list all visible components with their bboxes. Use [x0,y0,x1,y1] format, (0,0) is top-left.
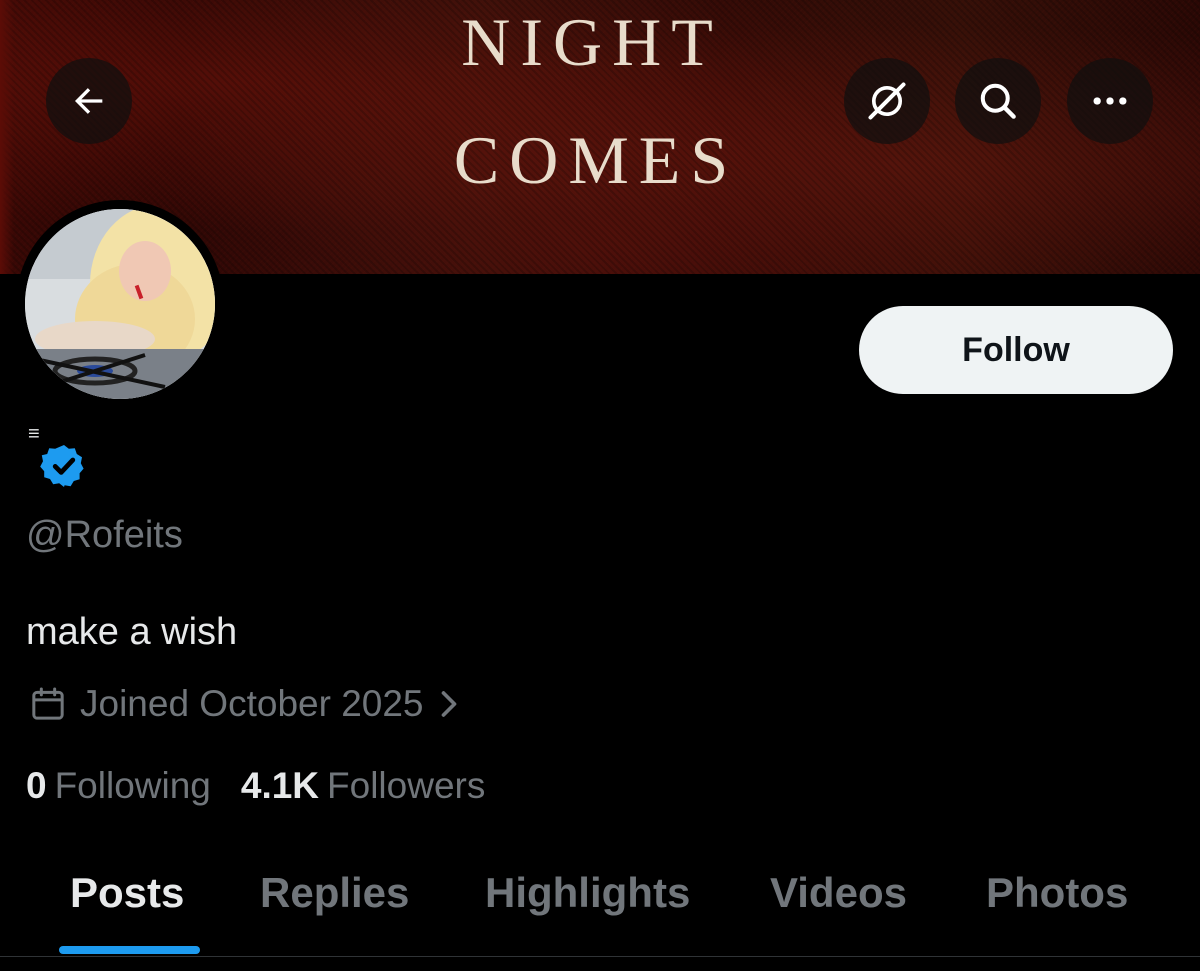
verified-badge-icon[interactable] [40,442,88,490]
profile-bio: make a wish [26,611,238,653]
search-button[interactable] [955,58,1041,144]
tab-replies[interactable]: Replies [260,868,409,918]
profile-handle: @Rofeits [26,514,183,556]
avatar-image [25,209,215,399]
joined-text: Joined October 2025 [80,683,424,724]
follow-stats: 0 Following 4.1K Followers [26,765,486,807]
follow-button[interactable]: Follow [859,306,1173,394]
tab-photos[interactable]: Photos [986,868,1128,918]
tabs-divider [0,956,1200,957]
tab-posts[interactable]: Posts [70,868,184,918]
profile-page: NIGHT COMES Follow ≡ @Rofeits make a wis… [0,0,1200,971]
chevron-right-icon [441,691,456,718]
active-tab-indicator [59,946,200,954]
joined-date[interactable]: Joined October 2025 [28,683,460,725]
grok-icon [868,82,906,120]
display-name: ≡ [28,423,40,445]
grok-button[interactable] [844,58,930,144]
more-button[interactable] [1067,58,1153,144]
tab-videos[interactable]: Videos [770,868,907,918]
followers-stat[interactable]: 4.1K Followers [240,765,486,807]
followers-count: 4.1K [240,765,320,806]
followers-label: Followers [327,765,486,806]
profile-tabs: Posts Replies Highlights Videos Photos [0,848,1200,954]
back-button[interactable] [46,58,132,144]
calendar-icon [32,687,64,721]
search-icon [980,83,1016,119]
following-label: Following [54,765,211,806]
following-stat[interactable]: 0 Following [26,765,211,807]
avatar[interactable] [25,209,215,399]
tab-highlights[interactable]: Highlights [485,868,690,918]
more-horizontal-icon [1093,97,1127,105]
following-count: 0 [26,765,47,806]
arrow-left-icon [75,88,103,114]
